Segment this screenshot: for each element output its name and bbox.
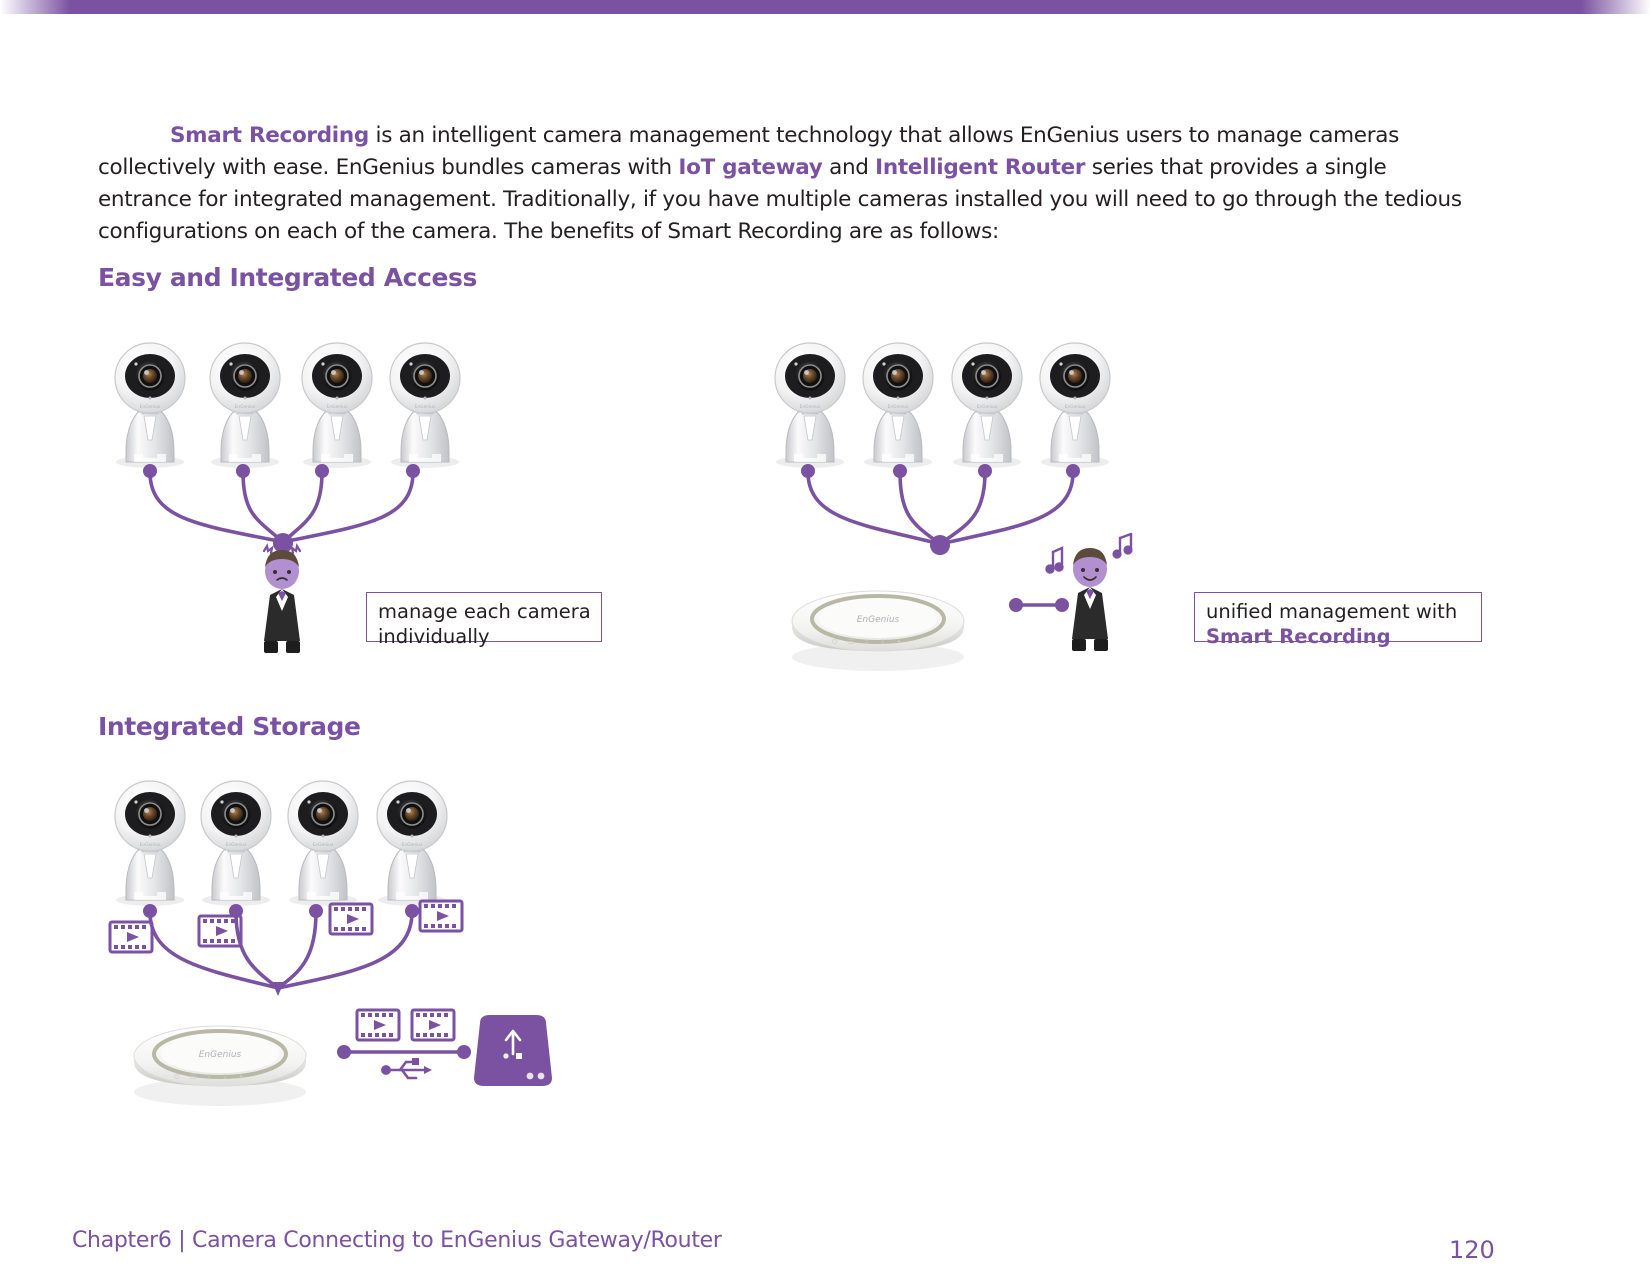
document-page: Smart Recording is an intelligent camera…: [0, 0, 1651, 1275]
intro-paragraph: Smart Recording is an intelligent camera…: [98, 120, 1466, 248]
footer-chapter-label: Chapter6 | Camera Connecting to EnGenius…: [72, 1228, 722, 1253]
video-clip-icon: [355, 1008, 401, 1042]
storage-connector-nodes: [143, 904, 419, 918]
intro-term-iot-gateway: IoT gateway: [678, 154, 823, 180]
camera-icon: [114, 780, 186, 907]
video-clip-icon: [410, 1008, 456, 1042]
intro-term-intelligent-router: Intelligent Router: [875, 154, 1086, 180]
usb-icon: [381, 1058, 432, 1080]
top-accent-fade-left: [0, 0, 70, 14]
usb-hard-drive-icon: [474, 1015, 552, 1086]
camera-icon: [301, 342, 373, 469]
camera-icon: [862, 342, 934, 469]
camera-icon: [200, 780, 272, 907]
camera-icon: [389, 342, 461, 469]
callout-right-line2: Smart Recording: [1206, 625, 1391, 648]
video-clip-icon: [328, 902, 374, 936]
camera-icon: [114, 342, 186, 469]
top-accent-bar: [0, 0, 1651, 14]
camera-icon: [774, 342, 846, 469]
diagram-integrated-storage: [108, 780, 552, 1108]
gateway-to-storage-link: [337, 1045, 471, 1059]
access-left-nodes: [143, 464, 420, 553]
video-clip-icon: [197, 914, 243, 948]
callout-unified-management: unified management with Smart Recording: [1194, 592, 1482, 648]
engenius-gateway-device: [790, 589, 966, 673]
callout-left-line2: individually: [378, 625, 490, 648]
video-clip-icon: [108, 920, 154, 954]
access-left-camera-group: [114, 342, 461, 469]
person-confused-icon: [262, 544, 302, 655]
arrow-head-icon: [272, 982, 284, 996]
access-right-nodes: [801, 464, 1080, 555]
callout-right-line1: unified management with: [1206, 600, 1458, 623]
access-right-camera-group: [774, 342, 1111, 469]
camera-icon: [209, 342, 281, 469]
intro-text-2: and: [822, 154, 876, 180]
video-clip-icon: [418, 899, 464, 933]
intro-lead-term: Smart Recording: [170, 122, 369, 148]
callout-left-line1: manage each camera: [378, 600, 591, 623]
person-happy-icon: [1071, 547, 1109, 652]
music-note-icon: [1112, 532, 1133, 559]
access-left-connectors: [148, 471, 415, 544]
top-accent-fade-right: [1581, 0, 1651, 14]
section-heading-integrated-storage: Integrated Storage: [98, 712, 361, 741]
engenius-gateway-device: [132, 1024, 308, 1108]
section-heading-easy-and-integrated-access: Easy and Integrated Access: [98, 263, 478, 292]
gateway-to-person-link: [1009, 598, 1069, 612]
footer-page-number: 120: [1449, 1236, 1495, 1264]
music-note-icon: [1045, 546, 1064, 574]
camera-icon: [1039, 342, 1111, 469]
camera-icon: [951, 342, 1023, 469]
camera-icon: [287, 780, 359, 907]
access-right-connectors: [806, 471, 1075, 546]
callout-manage-each-camera: manage each camera individually: [366, 592, 602, 648]
storage-camera-group: [114, 780, 448, 907]
camera-icon: [376, 780, 448, 907]
